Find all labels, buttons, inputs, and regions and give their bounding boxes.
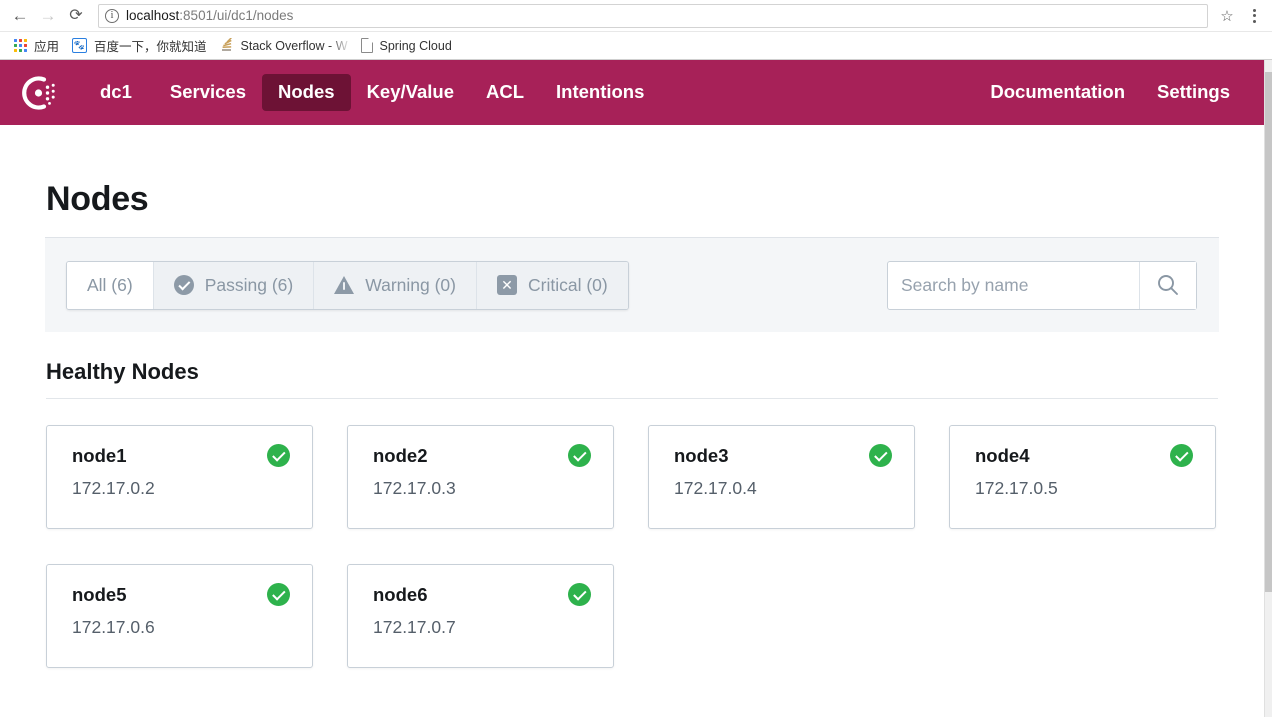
node-name: node3 bbox=[674, 444, 729, 466]
nav-secondary-links: Documentation Settings bbox=[974, 74, 1264, 111]
reload-icon[interactable]: ⟳ bbox=[62, 2, 90, 30]
nav-item-intentions[interactable]: Intentions bbox=[540, 74, 660, 111]
check-circle-icon bbox=[173, 275, 194, 295]
status-filter-tabs: All (6) Passing (6) Warning (0) ✕ Critic… bbox=[66, 260, 629, 310]
node-card[interactable]: node3 172.17.0.4 bbox=[648, 425, 915, 529]
document-favicon bbox=[360, 38, 373, 53]
status-passing-icon bbox=[568, 444, 591, 467]
filter-tab-label: All (6) bbox=[87, 274, 133, 295]
node-ip: 172.17.0.7 bbox=[373, 617, 456, 637]
bookmarks-bar: 应用 🐾 百度一下，你就知道 Stack Overflow - W Spring… bbox=[0, 31, 1272, 59]
bookmark-label: 百度一下，你就知道 bbox=[94, 40, 207, 54]
browser-toolbar: ← → ⟳ i localhost:8501/ui/dc1/nodes ☆ bbox=[0, 0, 1272, 31]
browser-menu-icon[interactable] bbox=[1242, 3, 1266, 29]
filter-tab-all[interactable]: All (6) bbox=[67, 261, 154, 309]
consul-top-nav: dc1 Services Nodes Key/Value ACL Intenti… bbox=[0, 60, 1264, 125]
warning-triangle-icon bbox=[334, 276, 355, 294]
node-name: node5 bbox=[72, 583, 127, 605]
search-button[interactable] bbox=[1139, 261, 1196, 309]
search-input[interactable] bbox=[888, 261, 1139, 309]
bookmark-spring-cloud[interactable]: Spring Cloud bbox=[357, 36, 461, 55]
node-card-header: node5 bbox=[72, 583, 290, 606]
baidu-favicon: 🐾 bbox=[72, 38, 88, 53]
node-card-header: node2 bbox=[373, 444, 591, 467]
node-card-header: node6 bbox=[373, 583, 591, 606]
node-name: node4 bbox=[975, 444, 1030, 466]
critical-x-icon: ✕ bbox=[496, 275, 517, 295]
node-card-header: node4 bbox=[975, 444, 1193, 467]
filter-tab-label: Warning (0) bbox=[365, 274, 456, 295]
nav-item-documentation[interactable]: Documentation bbox=[974, 74, 1141, 111]
filter-tab-warning[interactable]: Warning (0) bbox=[314, 261, 477, 309]
node-ip: 172.17.0.4 bbox=[674, 478, 757, 498]
node-ip: 172.17.0.6 bbox=[72, 617, 155, 637]
node-ip: 172.17.0.5 bbox=[975, 478, 1058, 498]
nav-datacenter-selector[interactable]: dc1 bbox=[84, 74, 154, 111]
filter-tab-label: Critical (0) bbox=[527, 274, 608, 295]
browser-chrome: ← → ⟳ i localhost:8501/ui/dc1/nodes ☆ 应用… bbox=[0, 0, 1272, 60]
search-icon bbox=[1158, 275, 1178, 295]
bookmark-label: Stack Overflow - W bbox=[240, 38, 348, 53]
node-ip: 172.17.0.2 bbox=[72, 478, 155, 498]
node-card[interactable]: node2 172.17.0.3 bbox=[347, 425, 614, 529]
status-passing-icon bbox=[869, 444, 892, 467]
status-passing-icon bbox=[568, 583, 591, 606]
browser-window: ← → ⟳ i localhost:8501/ui/dc1/nodes ☆ 应用… bbox=[0, 0, 1272, 717]
back-arrow-icon[interactable]: ← bbox=[6, 2, 34, 30]
search-box bbox=[887, 260, 1197, 310]
bookmark-label: 应用 bbox=[34, 40, 60, 54]
scrollbar-thumb[interactable] bbox=[1265, 72, 1272, 592]
consul-logo[interactable] bbox=[18, 71, 62, 115]
url-path: :8501/ui/dc1/nodes bbox=[179, 8, 294, 23]
url-host: localhost bbox=[126, 8, 180, 23]
node-card[interactable]: node4 172.17.0.5 bbox=[949, 425, 1216, 529]
node-card-header: node3 bbox=[674, 444, 892, 467]
nav-item-acl[interactable]: ACL bbox=[470, 74, 540, 111]
node-ip: 172.17.0.3 bbox=[373, 478, 456, 498]
nav-primary-links: dc1 Services Nodes Key/Value ACL Intenti… bbox=[84, 74, 660, 111]
node-card-grid: node1 172.17.0.2 node2 172.17.0.3 node3 … bbox=[46, 399, 1218, 668]
stack-overflow-favicon bbox=[220, 38, 234, 53]
apps-grid-icon bbox=[14, 39, 27, 52]
bookmark-label: Spring Cloud bbox=[379, 38, 452, 53]
nav-item-settings[interactable]: Settings bbox=[1141, 74, 1246, 111]
nav-item-services[interactable]: Services bbox=[154, 74, 262, 111]
node-card[interactable]: node1 172.17.0.2 bbox=[46, 425, 313, 529]
page-title: Nodes bbox=[46, 180, 149, 218]
bookmark-apps[interactable]: 应用 bbox=[10, 34, 68, 57]
section-title-healthy-nodes: Healthy Nodes bbox=[46, 359, 199, 384]
filter-tab-passing[interactable]: Passing (6) bbox=[153, 261, 315, 309]
bookmark-star-icon[interactable]: ☆ bbox=[1214, 4, 1240, 28]
node-card-header: node1 bbox=[72, 444, 290, 467]
page-scrollbar[interactable] bbox=[1264, 60, 1272, 717]
node-card[interactable]: node5 172.17.0.6 bbox=[46, 564, 313, 668]
status-passing-icon bbox=[267, 444, 290, 467]
nav-item-key-value[interactable]: Key/Value bbox=[351, 74, 470, 111]
page-content: Nodes All (6) Passing (6) Warning (0) ✕ … bbox=[0, 125, 1264, 717]
node-name: node6 bbox=[373, 583, 428, 605]
bookmark-stack-overflow[interactable]: Stack Overflow - W bbox=[216, 36, 357, 55]
filter-tab-label: Passing (6) bbox=[204, 274, 294, 295]
filter-bar: All (6) Passing (6) Warning (0) ✕ Critic… bbox=[45, 237, 1219, 332]
node-name: node2 bbox=[373, 444, 428, 466]
address-bar[interactable]: i localhost:8501/ui/dc1/nodes bbox=[98, 3, 1208, 28]
nav-item-nodes[interactable]: Nodes bbox=[262, 74, 351, 111]
status-passing-icon bbox=[267, 583, 290, 606]
filter-tab-critical[interactable]: ✕ Critical (0) bbox=[476, 261, 628, 309]
node-name: node1 bbox=[72, 444, 127, 466]
node-card[interactable]: node6 172.17.0.7 bbox=[347, 564, 614, 668]
status-passing-icon bbox=[1170, 444, 1193, 467]
forward-arrow-icon[interactable]: → bbox=[34, 2, 62, 30]
bookmark-baidu[interactable]: 🐾 百度一下，你就知道 bbox=[68, 34, 216, 57]
site-info-icon[interactable]: i bbox=[105, 8, 119, 23]
